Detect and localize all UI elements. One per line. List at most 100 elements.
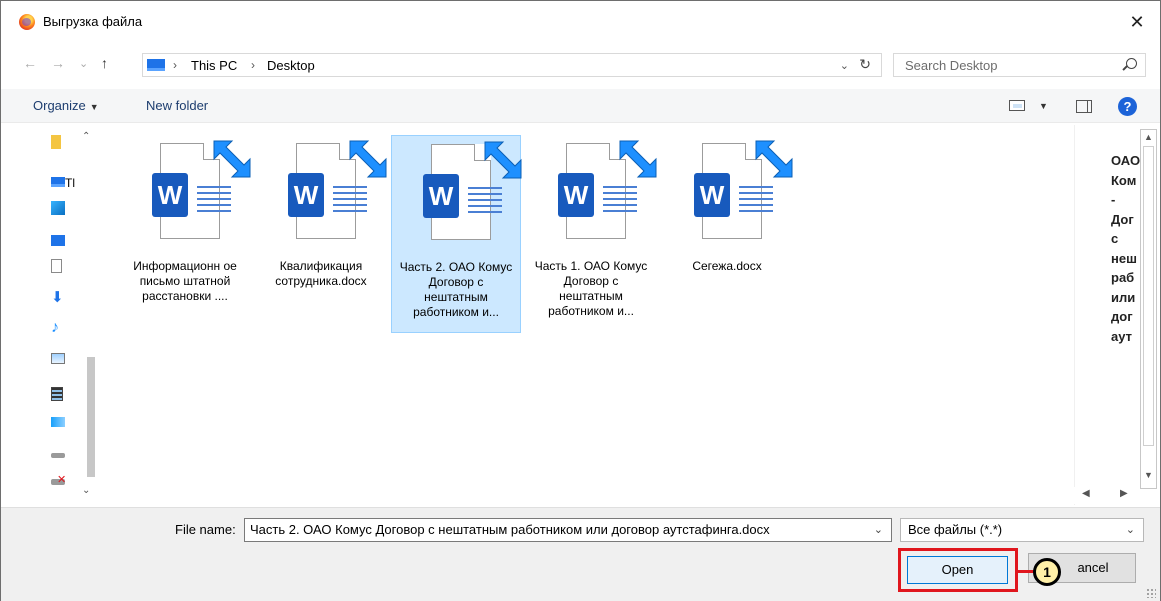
document-lines [739,186,773,214]
word-logo-badge: W [694,173,730,217]
scroll-down-triangle-icon[interactable]: ▼ [1144,470,1153,480]
word-logo-badge: W [423,174,459,218]
shortcut-arrow-icon [349,140,387,178]
shortcut-arrow-icon [213,140,251,178]
document-lines [603,186,637,214]
up-button[interactable]: ↑ [101,55,108,71]
cancel-label: ancel [1077,560,1109,575]
address-dropdown-chevron-icon[interactable]: ⌄ [840,59,849,72]
forward-button[interactable]: → [51,55,65,71]
document-lines [197,186,231,214]
breadcrumb-separator: › [173,58,177,72]
music-icon[interactable]: ♪ [51,320,65,336]
scroll-left-triangle-icon[interactable]: ◀ [1082,488,1090,499]
scroll-up-triangle-icon[interactable]: ▲ [1144,132,1153,142]
file-name-label: Квалификация сотрудника.docx [275,259,367,288]
preview-pane-icon[interactable] [1076,100,1092,113]
view-options-caret-icon[interactable]: ▼ [1039,101,1048,111]
refresh-icon[interactable]: ↻ [859,56,871,73]
word-document-icon: W [144,140,251,239]
this-pc-icon [147,59,165,71]
callout-connector [1018,570,1034,573]
breadcrumb-this-pc[interactable]: This PC [191,58,237,73]
step-callout-badge: 1 [1033,558,1061,586]
organize-label: Organize [33,98,86,113]
word-document-icon: W [415,141,522,240]
dialog-title: Выгрузка файла [43,14,143,29]
file-list-view: W Информационн ое письмо штатной расстано… [99,125,1074,505]
file-name-label: Часть 2. ОАО Комус Договор с нештатным р… [399,260,513,319]
address-bar[interactable]: › This PC › Desktop ⌄ ↻ [142,53,882,77]
word-document-icon: W [550,140,657,239]
caret-down-icon: ▼ [89,102,99,112]
drive-icon[interactable] [51,453,65,458]
resize-grip-icon[interactable] [1146,588,1156,598]
word-logo-badge: W [152,173,188,217]
network-drive-disconnected-icon[interactable]: ✕ [51,474,66,486]
scroll-right-triangle-icon[interactable]: ▶ [1120,488,1128,499]
title-bar: Выгрузка файла ✕ [1,1,1160,43]
change-view-icon[interactable] [1009,100,1025,111]
file-name-label: File name: [175,522,236,537]
search-icon [1126,58,1137,69]
file-name-field[interactable]: Часть 2. ОАО Комус Договор с нештатным р… [244,518,892,542]
breadcrumb-desktop[interactable]: Desktop [267,58,315,73]
desktop-icon[interactable] [51,235,65,246]
firefox-icon [19,14,35,30]
back-button[interactable]: ← [23,55,37,71]
word-logo-badge: W [288,173,324,217]
open-button[interactable]: Open [907,556,1008,584]
command-bar: Organize ▼ New folder ▼ ? [1,89,1160,123]
recent-locations-chevron-icon[interactable]: ⌄ [79,57,88,70]
navigation-bar: ← → ⌄ ↑ › This PC › Desktop ⌄ ↻ Search D… [1,49,1160,79]
organize-button[interactable]: Organize ▼ [33,98,99,113]
file-upload-dialog: Выгрузка файла ✕ ← → ⌄ ↑ › This PC › Des… [0,0,1161,601]
search-input[interactable]: Search Desktop [893,53,1146,77]
videos-icon[interactable] [51,387,63,401]
navigation-pane: Tl ⬇ ♪ ✕ ⌃ ⌄ [1,125,97,505]
preview-horizontal-scrollbar[interactable]: ◀ ▶ [1074,487,1140,504]
open-button-highlight: Open [898,548,1018,592]
file-name-label: Сегежа.docx [692,259,762,273]
word-document-icon: W [686,140,793,239]
file-type-select[interactable]: Все файлы (*.*) ⌄ [900,518,1144,542]
scroll-up-chevron-icon[interactable]: ⌃ [82,131,90,142]
3d-objects-icon[interactable] [51,201,65,215]
file-type-value: Все файлы (*.*) [908,522,1003,537]
this-pc-icon[interactable] [51,177,65,187]
help-icon[interactable]: ? [1118,97,1137,116]
preview-pane: ОАО Ком - Дог с неш раб или дог аут [1074,125,1146,505]
search-placeholder: Search Desktop [905,58,998,73]
documents-icon[interactable] [51,259,62,273]
file-item[interactable]: W Информационн ое письмо штатной расстано… [121,135,251,333]
breadcrumb-separator: › [251,58,255,72]
downloads-icon[interactable]: ⬇ [51,290,65,305]
word-logo-badge: W [558,173,594,217]
document-lines [468,187,502,215]
file-name-dropdown-chevron-icon[interactable]: ⌄ [874,523,883,536]
nav-item-partial-label: Tl [65,176,75,190]
file-type-chevron-icon: ⌄ [1125,524,1135,536]
scroll-down-chevron-icon[interactable]: ⌄ [82,485,90,496]
shortcut-arrow-icon [619,140,657,178]
file-item[interactable]: W Сегежа.docx [663,135,793,333]
file-name-label: Часть 1. ОАО Комус Договор с нештатным р… [534,259,648,318]
file-item[interactable]: W Часть 2. ОАО Комус Договор с нештатным … [391,135,522,333]
word-document-icon: W [280,140,387,239]
file-name-label: Информационн ое письмо штатной расстанов… [133,259,237,303]
pictures-icon[interactable] [51,353,65,364]
navigation-pane-scrollbar[interactable]: ⌃ ⌄ [79,125,96,505]
preview-vertical-scrollbar[interactable]: ▲ ▼ [1140,129,1157,489]
shortcut-arrow-icon [484,141,522,179]
close-button[interactable]: ✕ [1114,1,1160,43]
file-item[interactable]: W Квалификация сотрудника.docx [257,135,387,333]
windows-drive-icon[interactable] [51,417,65,427]
new-folder-button[interactable]: New folder [146,98,208,113]
file-item[interactable]: W Часть 1. ОАО Комус Договор с нештатным … [527,135,657,333]
document-lines [333,186,367,214]
folder-icon[interactable] [51,135,61,149]
shortcut-arrow-icon [755,140,793,178]
scrollbar-thumb[interactable] [1143,146,1154,446]
scrollbar-thumb[interactable] [87,357,95,477]
file-selection-footer: File name: Часть 2. ОАО Комус Договор с … [1,507,1160,601]
